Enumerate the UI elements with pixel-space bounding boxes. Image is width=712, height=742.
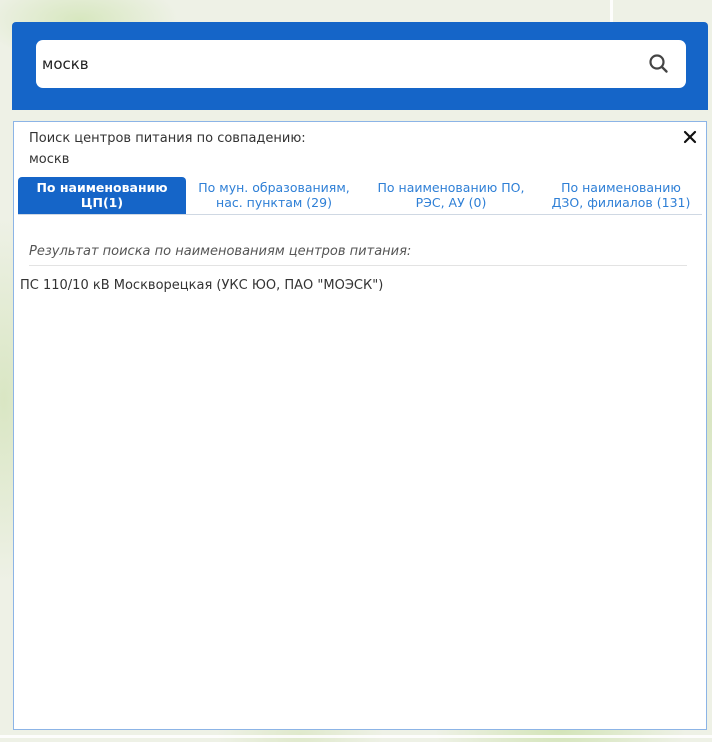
panel-title: Поиск центров питания по совпадению:	[29, 131, 306, 146]
result-item[interactable]: ПС 110/10 кВ Москворецкая (УКС ЮО, ПАО "…	[20, 277, 383, 295]
map-road	[610, 0, 613, 22]
results-heading: Результат поиска по наименованиям центро…	[29, 243, 687, 266]
tab-bar: По наименованию ЦП(1) По мун. образовани…	[18, 177, 702, 215]
search-button[interactable]	[646, 51, 672, 77]
search-header	[12, 22, 708, 110]
tab-by-municipality[interactable]: По мун. образованиям, нас. пунктам (29)	[188, 177, 360, 214]
tab-by-dzo-branch[interactable]: По наименованию ДЗО, филиалов (131)	[538, 177, 704, 214]
tab-label-line2: ЦП(1)	[80, 195, 124, 210]
tab-label-line2: нас. пунктам (29)	[216, 195, 332, 210]
tab-label-line1: По наименованию	[36, 180, 168, 195]
search-input[interactable]	[42, 48, 622, 80]
search-box	[36, 40, 686, 88]
panel-query: москв	[29, 152, 70, 167]
tab-by-power-center-name[interactable]: По наименованию ЦП(1)	[18, 177, 186, 214]
close-icon	[683, 130, 697, 144]
close-button[interactable]	[680, 127, 700, 147]
tab-by-po-res-au[interactable]: По наименованию ПО, РЭС, АУ (0)	[366, 177, 536, 214]
map-road	[0, 735, 712, 738]
tab-label-line1: По мун. образованиям,	[198, 180, 350, 195]
tab-label-line1: По наименованию ПО,	[377, 180, 525, 195]
tab-label-line2: ДЗО, филиалов (131)	[551, 195, 691, 210]
tab-label-line2: РЭС, АУ (0)	[415, 195, 487, 210]
search-icon	[649, 54, 668, 73]
tab-label-line1: По наименованию	[561, 180, 681, 195]
results-panel: Поиск центров питания по совпадению: мос…	[13, 121, 707, 730]
